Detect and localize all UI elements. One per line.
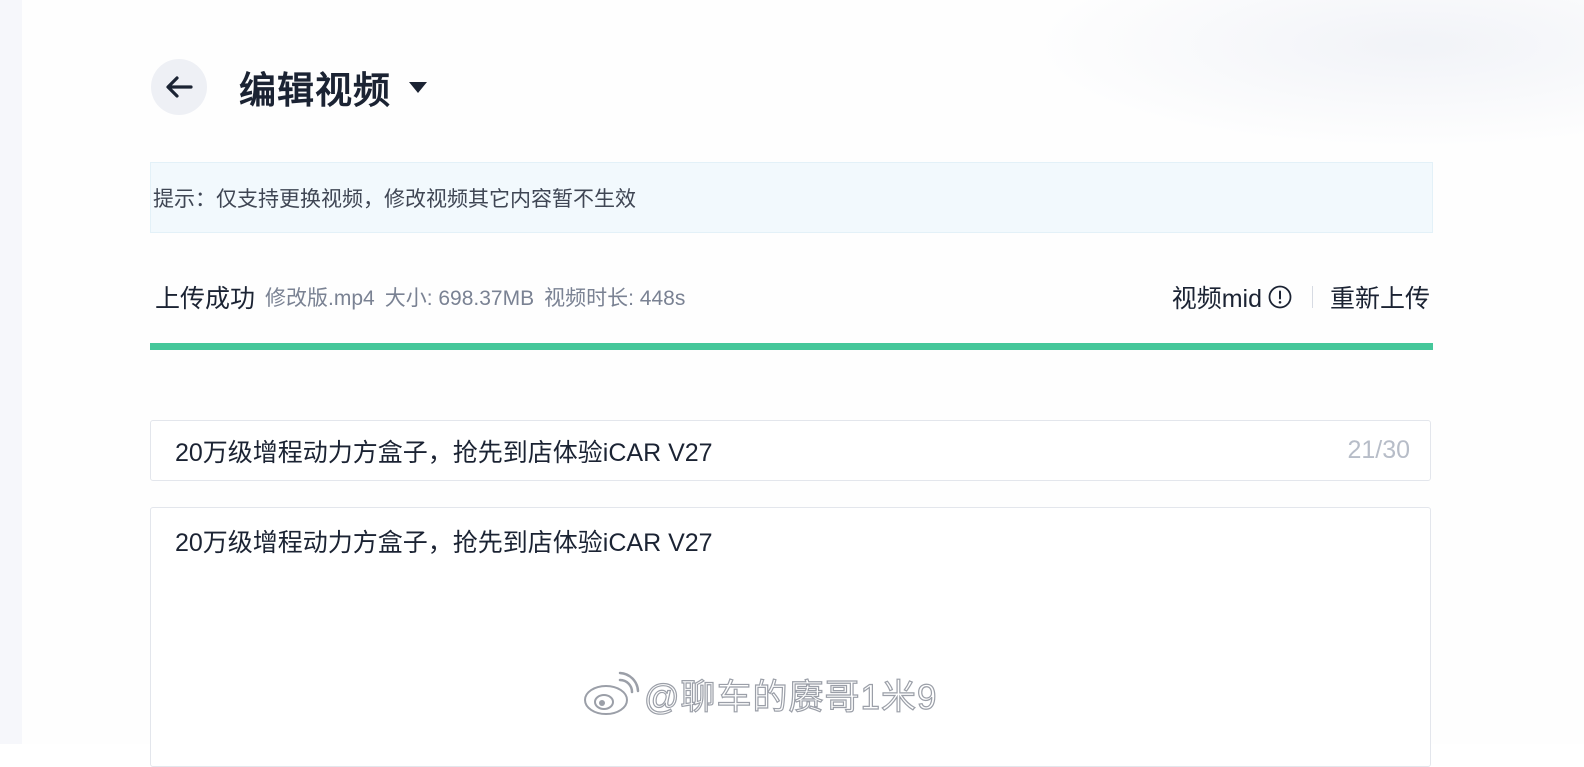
video-mid-label[interactable]: 视频mid [1172, 279, 1262, 315]
caret-down-icon[interactable] [409, 81, 427, 93]
file-size: 大小: 698.37MB [384, 287, 535, 310]
upload-progress-bar [150, 343, 1433, 350]
upload-progress-fill [150, 343, 1433, 350]
back-button[interactable] [151, 59, 207, 115]
watermark-text: @聊车的赓哥1米9 [643, 677, 938, 717]
tip-text: 提示：仅支持更换视频，修改视频其它内容暂不生效 [153, 187, 636, 211]
file-name: 修改版.mp4 [265, 287, 375, 310]
left-sidebar-strip [0, 0, 22, 744]
weibo-logo-icon [584, 671, 640, 715]
action-divider [1311, 286, 1313, 308]
background-decoration [1024, 0, 1584, 150]
upload-status-text: 上传成功 [155, 285, 256, 313]
upload-actions: 视频mid 重新上传 [1172, 279, 1430, 315]
video-duration: 视频时长: 448s [544, 287, 686, 310]
back-arrow-icon [166, 76, 193, 98]
video-title-value: 20万级增程动力方盒子，抢先到店体验iCAR V27 [175, 438, 713, 467]
title-char-counter: 21/30 [1347, 436, 1410, 464]
page-header: 编辑视频 [151, 59, 427, 115]
tip-banner: 提示：仅支持更换视频，修改视频其它内容暂不生效 [150, 162, 1433, 233]
watermark: @聊车的赓哥1米9 [582, 668, 937, 720]
info-circle-icon[interactable] [1268, 285, 1292, 309]
upload-status-row: 上传成功 修改版.mp4 大小: 698.37MB 视频时长: 448s 视频m… [155, 274, 1430, 320]
reupload-button[interactable]: 重新上传 [1330, 279, 1430, 315]
page-title: 编辑视频 [239, 70, 391, 111]
video-description-value: 20万级增程动力方盒子，抢先到店体验iCAR V27 [175, 529, 713, 557]
video-title-input[interactable]: 20万级增程动力方盒子，抢先到店体验iCAR V27 21/30 [150, 420, 1431, 481]
video-description-textarea[interactable]: 20万级增程动力方盒子，抢先到店体验iCAR V27 [150, 507, 1431, 767]
